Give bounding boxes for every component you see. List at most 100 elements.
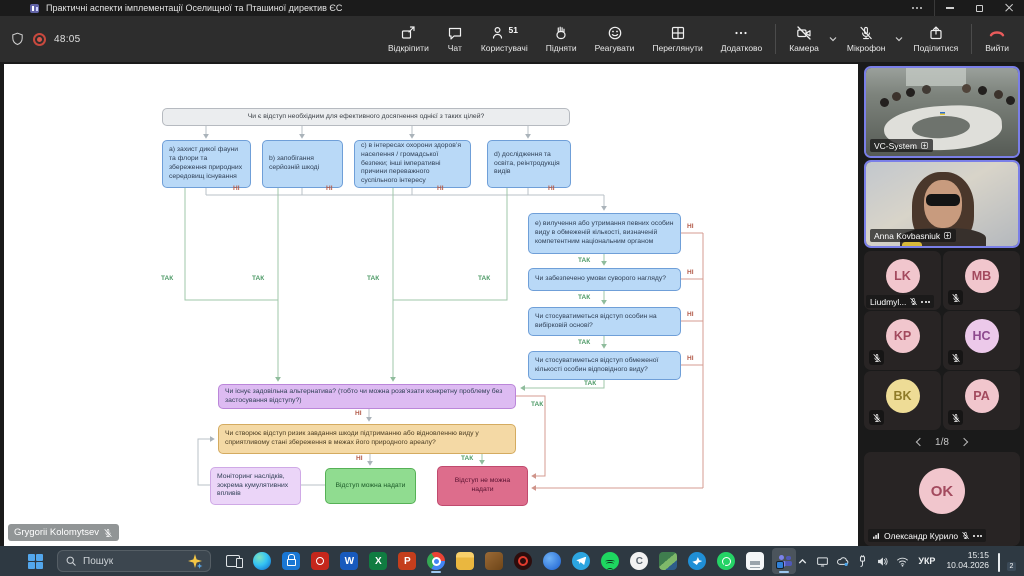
taskbar-apps: W X P C	[221, 548, 796, 574]
pager-next-chevron[interactable]	[960, 438, 968, 446]
blue-app[interactable]	[540, 548, 564, 574]
powerpoint-app[interactable]: P	[395, 548, 419, 574]
telegram-app[interactable]	[569, 548, 593, 574]
mic-options-chevron[interactable]	[894, 17, 904, 61]
brown-app[interactable]	[482, 548, 506, 574]
edge-app[interactable]	[250, 548, 274, 574]
search-placeholder: Пошук	[83, 556, 113, 567]
video-tile-anna[interactable]: Anna Kovbasniuk	[864, 160, 1020, 248]
maximize-button[interactable]	[964, 0, 994, 16]
pager-prev-chevron[interactable]	[916, 438, 924, 446]
participant-tile-kp[interactable]: KP	[864, 311, 941, 370]
task-view-button[interactable]	[221, 548, 245, 574]
participant-tile-lk[interactable]: LK Liudmyl...	[864, 251, 941, 310]
chat-button[interactable]: Чат	[438, 17, 472, 61]
participants-button[interactable]: 51 Користувачі	[472, 17, 537, 61]
notepad-app[interactable]	[743, 548, 767, 574]
search-box[interactable]: Пошук	[57, 550, 211, 572]
notification-center[interactable]: 2	[998, 554, 1014, 568]
usb-device-icon[interactable]	[856, 555, 869, 568]
leave-button[interactable]: Вийти	[976, 17, 1018, 61]
shared-screen: Чи є відступ необхідним для ефективного …	[4, 64, 858, 546]
audio-signal-icon	[872, 531, 881, 540]
camera-button[interactable]: Камера	[780, 17, 828, 61]
mic-off-badge	[948, 290, 963, 305]
tile-name: Anna Kovbasniuk	[874, 231, 940, 241]
raise-hand-button[interactable]: Підняти	[537, 17, 586, 61]
app-bird-icon	[688, 552, 706, 570]
chrome-icon	[427, 552, 445, 570]
acrobat-icon	[311, 552, 329, 570]
participant-tile-pa[interactable]: PA	[943, 371, 1020, 430]
acrobat-app[interactable]	[308, 548, 332, 574]
word-glyph: W	[345, 556, 354, 567]
spotify-app[interactable]	[598, 548, 622, 574]
excel-app[interactable]: X	[366, 548, 390, 574]
close-button[interactable]	[994, 0, 1024, 16]
red-ring-app[interactable]	[511, 548, 535, 574]
yes-label: ТАК	[367, 275, 379, 282]
no-label: НІ	[437, 185, 444, 192]
no-label: НІ	[687, 355, 694, 362]
flow-box-supervision: Чи забезпечено умови суворого нагляду?	[528, 268, 681, 291]
tile-more-icon[interactable]	[973, 535, 982, 537]
avatar: PA	[965, 379, 999, 413]
powerpoint-icon: P	[398, 552, 416, 570]
unpin-icon	[400, 25, 416, 41]
language-indicator[interactable]: УКР	[918, 556, 935, 566]
react-button[interactable]: Реагувати	[586, 17, 644, 61]
file-explorer-app[interactable]	[453, 548, 477, 574]
teams-badge	[776, 561, 784, 569]
yes-label: ТАК	[252, 275, 264, 282]
mic-off-icon	[909, 297, 918, 306]
no-label: НІ	[233, 185, 240, 192]
tray-clock[interactable]: 15:15 10.04.2026	[946, 551, 989, 571]
c-app[interactable]: C	[627, 548, 651, 574]
participant-tile-bk[interactable]: BK	[864, 371, 941, 430]
minimize-button[interactable]	[934, 0, 964, 16]
avatar: OK	[919, 468, 965, 514]
participant-tile-hc[interactable]: HC	[943, 311, 1020, 370]
participant-tile-ok[interactable]: OK Олександр Курило	[864, 452, 1020, 546]
powerpoint-glyph: P	[404, 556, 411, 567]
snap-app[interactable]	[656, 548, 680, 574]
start-button[interactable]	[28, 554, 43, 569]
teams-app[interactable]	[772, 548, 796, 574]
video-tile-vc-system[interactable]: VC-System	[864, 66, 1020, 158]
cast-device-icon[interactable]	[816, 555, 829, 568]
wifi-icon[interactable]	[896, 555, 909, 568]
app-red-ring-icon	[514, 552, 532, 570]
flow-box-alternative: Чи існує задовільна альтернатива? (тобто…	[218, 384, 516, 409]
window-more-icon[interactable]	[900, 0, 934, 16]
tile-more-icon[interactable]	[921, 301, 930, 303]
recording-indicator-icon[interactable]	[33, 33, 46, 46]
onedrive-cloud-icon[interactable]	[836, 555, 849, 568]
presenter-name-pill: Grygorii Kolomytsev	[8, 524, 119, 541]
mic-button[interactable]: Мікрофон	[838, 17, 895, 61]
share-button[interactable]: Поділитися	[904, 17, 967, 61]
bird-app[interactable]	[685, 548, 709, 574]
yes-label: ТАК	[531, 401, 543, 408]
chrome-app[interactable]	[424, 548, 448, 574]
pin-icon	[920, 141, 929, 150]
view-button[interactable]: Переглянути	[643, 17, 711, 61]
mic-off-badge	[869, 410, 884, 425]
no-label: НІ	[326, 185, 333, 192]
no-label: НІ	[687, 269, 694, 276]
more-button[interactable]: Додатково	[712, 17, 771, 61]
yes-label: ТАК	[578, 339, 590, 346]
tray-chevron-up-icon[interactable]	[796, 555, 809, 568]
security-shield-icon[interactable]	[10, 31, 25, 47]
whatsapp-app[interactable]	[714, 548, 738, 574]
toolbar-divider	[971, 24, 972, 54]
camera-options-chevron[interactable]	[828, 17, 838, 61]
participant-tile-mb[interactable]: MB	[943, 251, 1020, 310]
speaker-icon[interactable]	[876, 555, 889, 568]
word-app[interactable]: W	[337, 548, 361, 574]
tile-name-pill: VC-System	[870, 139, 933, 152]
store-app[interactable]	[279, 548, 303, 574]
meeting-stage: Чи є відступ необхідним для ефективного …	[0, 62, 1024, 546]
meeting-app-icon	[30, 4, 39, 13]
tile-name-pill: Anna Kovbasniuk	[870, 229, 956, 242]
unpin-button[interactable]: Відкріпити	[379, 17, 438, 61]
